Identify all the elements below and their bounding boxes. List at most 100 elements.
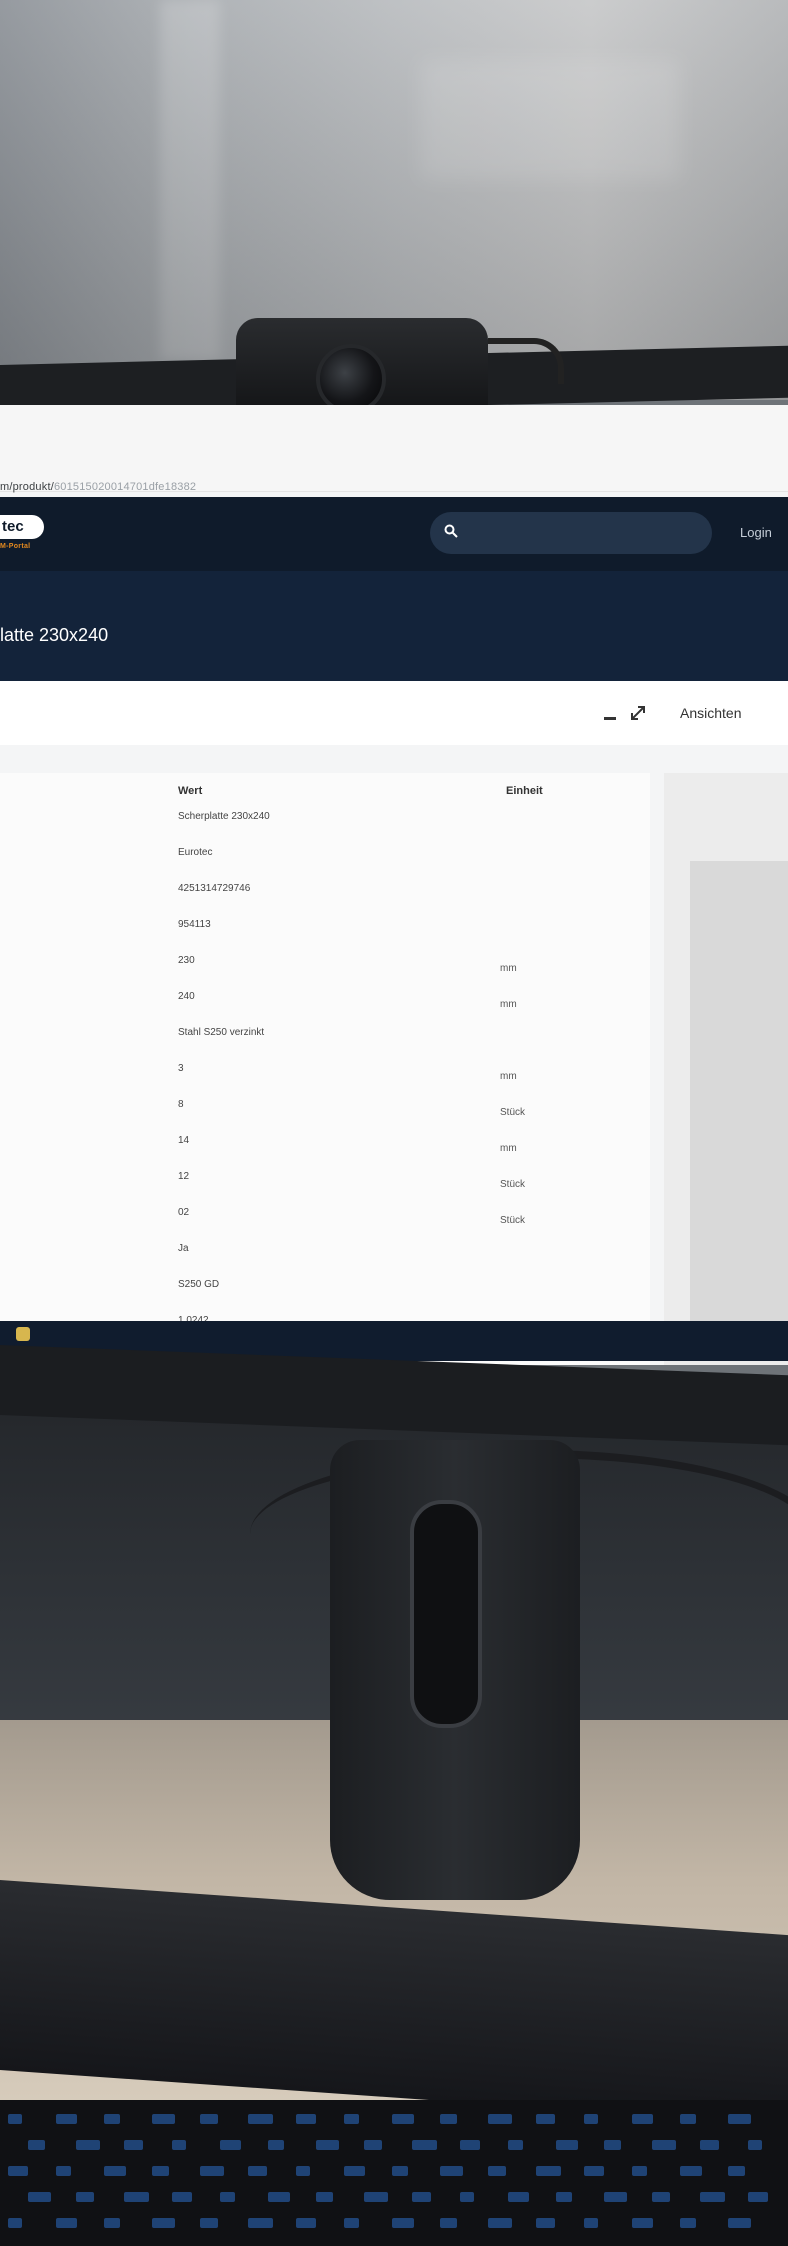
keyboard-key	[392, 2218, 414, 2228]
keyboard-key	[728, 2166, 745, 2176]
webcam-lens	[316, 344, 386, 414]
keyboard-key	[56, 2166, 71, 2176]
keyboard-key	[200, 2166, 224, 2176]
row-value: 14	[178, 1135, 190, 1146]
row-value: Ja	[178, 1243, 189, 1254]
keyboard-key	[152, 2114, 175, 2124]
keyboard-key	[412, 2140, 437, 2150]
row-unit: Stück	[500, 1179, 526, 1190]
views-panel	[664, 773, 788, 1365]
view-preview[interactable]	[690, 861, 788, 1321]
table-row: S250 GD	[0, 1271, 640, 1307]
keyboard-key	[440, 2166, 463, 2176]
row-unit: Stück	[500, 1215, 526, 1226]
table-row: 240 mm	[0, 983, 640, 1019]
keyboard-key	[392, 2114, 414, 2124]
keyboard-key	[56, 2114, 77, 2124]
expand-icon[interactable]	[628, 703, 648, 723]
url-prefix: m/produkt/	[0, 481, 54, 493]
keyboard-key	[584, 2114, 598, 2124]
attributes-table: Wert Einheit Scherplatte 230x240 Eurotec 4…	[0, 773, 650, 1365]
keyboard-key	[748, 2140, 762, 2150]
keyboard-key	[536, 2166, 561, 2176]
row-value: 230	[178, 955, 195, 966]
login-link[interactable]: Login	[740, 525, 772, 540]
keyboard-key	[248, 2114, 273, 2124]
keyboard-key	[604, 2192, 627, 2202]
column-header-value: Wert	[178, 785, 203, 797]
keyboard-key	[344, 2166, 365, 2176]
table-row: 8 Stück	[0, 1091, 640, 1127]
keyboard-key	[172, 2140, 186, 2150]
keyboard-key	[652, 2192, 670, 2202]
keyboard-key	[200, 2218, 218, 2228]
keyboard-key	[460, 2192, 474, 2202]
keyboard-key	[56, 2218, 77, 2228]
row-value: 3	[178, 1063, 184, 1074]
keyboard-key	[700, 2192, 725, 2202]
keyboard-key	[748, 2192, 768, 2202]
keyboard-key	[344, 2218, 359, 2228]
minimize-icon[interactable]	[604, 717, 616, 720]
table-row: 954113	[0, 911, 640, 947]
keyboard-key	[728, 2218, 751, 2228]
table-row: 230 mm	[0, 947, 640, 983]
keyboard-key	[8, 2166, 28, 2176]
keyboard-key	[508, 2140, 523, 2150]
keyboard-key	[728, 2114, 751, 2124]
stand-cable-slot	[410, 1500, 482, 1728]
keyboard-key	[8, 2114, 22, 2124]
keyboard-key	[76, 2192, 94, 2202]
keyboard-key	[632, 2166, 647, 2176]
row-value: 240	[178, 991, 195, 1002]
keyboard-key	[536, 2114, 555, 2124]
keyboard-key	[556, 2140, 578, 2150]
keyboard-key	[680, 2218, 696, 2228]
keyboard-key	[652, 2140, 676, 2150]
keyboard-key	[104, 2114, 120, 2124]
row-unit: mm	[500, 999, 517, 1010]
url-text[interactable]: m/produkt/601515020014701dfe18382	[0, 481, 196, 493]
row-value: 02	[178, 1207, 190, 1218]
table-row: Stahl S250 verzinkt	[0, 1019, 640, 1055]
keyboard-key	[124, 2140, 143, 2150]
keyboard-key	[220, 2140, 241, 2150]
keyboard-key	[364, 2140, 382, 2150]
monitor-screen: m/produkt/601515020014701dfe18382 tec M-…	[0, 405, 788, 1365]
row-value: Stahl S250 verzinkt	[178, 1027, 265, 1038]
table-row: 12 Stück	[0, 1163, 640, 1199]
keyboard-key	[700, 2140, 719, 2150]
brand-logo[interactable]: tec	[0, 515, 44, 539]
keyboard-key	[316, 2140, 339, 2150]
row-value: Scherplatte 230x240	[178, 811, 270, 822]
keyboard-key	[28, 2192, 51, 2202]
keyboard-key	[508, 2192, 529, 2202]
content-toolbar: Ansichten	[0, 681, 788, 745]
keyboard-key	[152, 2218, 175, 2228]
search-input[interactable]	[430, 512, 712, 554]
keyboard-key	[488, 2218, 512, 2228]
page-header: latte 230x240	[0, 571, 788, 681]
column-header-unit: Einheit	[506, 785, 543, 797]
keyboard-key	[220, 2192, 235, 2202]
keyboard-key	[316, 2192, 333, 2202]
keyboard-key	[412, 2192, 431, 2202]
keyboard-key	[172, 2192, 192, 2202]
start-icon[interactable]	[16, 1327, 30, 1341]
table-row: 02 Stück	[0, 1199, 640, 1235]
keyboard-key	[268, 2140, 284, 2150]
row-value: 8	[178, 1099, 184, 1110]
keyboard-key	[440, 2114, 457, 2124]
keyboard-key	[488, 2166, 506, 2176]
keyboard-key	[200, 2114, 218, 2124]
row-value: Eurotec	[178, 847, 213, 858]
keyboard-key	[488, 2114, 512, 2124]
keyboard-key	[584, 2166, 604, 2176]
browser-address-bar[interactable]: m/produkt/601515020014701dfe18382	[0, 405, 788, 493]
row-value: 12	[178, 1171, 190, 1182]
keyboard-key	[632, 2114, 653, 2124]
row-unit: mm	[500, 963, 517, 974]
search-icon	[444, 524, 458, 538]
row-unit: mm	[500, 1143, 517, 1154]
row-value: 954113	[178, 919, 211, 930]
